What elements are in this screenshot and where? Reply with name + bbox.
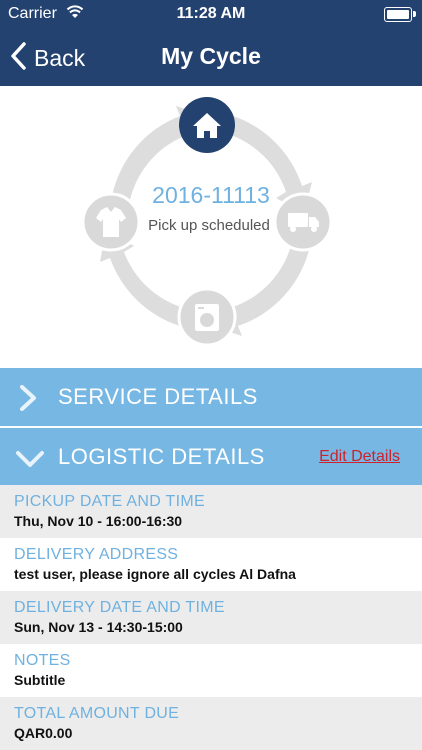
detail-label: DELIVERY ADDRESS [14,546,179,563]
detail-label: DELIVERY DATE AND TIME [14,599,225,616]
chevron-right-icon [16,385,40,416]
service-details-label: SERVICE DETAILS [58,384,258,409]
detail-label: NOTES [14,652,71,669]
detail-value: Thu, Nov 10 - 16:00-16:30 [14,513,183,529]
back-label: Back [34,44,86,71]
total-amount-row: TOTAL AMOUNT DUE QAR0.00 [0,697,422,750]
status-bar: Carrier 11:28 AM [0,0,422,30]
delivery-date-row: DELIVERY DATE AND TIME Sun, Nov 13 - 14:… [0,591,422,644]
service-details-section[interactable]: SERVICE DETAILS [0,368,422,426]
pickup-date-row: PICKUP DATE AND TIME Thu, Nov 10 - 16:00… [0,485,422,538]
house-icon [179,97,235,153]
back-button[interactable]: Back [10,40,85,76]
cycle-progress: 2016-11113 Pick up scheduled [0,86,422,366]
detail-label: TOTAL AMOUNT DUE [14,705,180,722]
detail-value: test user, please ignore all cycles Al D… [14,566,296,582]
detail-value: Sun, Nov 13 - 14:30-15:00 [14,619,183,635]
logistic-details-label: LOGISTIC DETAILS [58,444,265,469]
navigation-bar: Back My Cycle [0,30,422,86]
battery-icon [384,7,416,22]
chevron-left-icon [10,41,26,75]
chevron-down-icon [16,450,44,473]
detail-value: Subtitle [14,672,66,688]
delivery-address-row: DELIVERY ADDRESS test user, please ignor… [0,538,422,591]
logistic-details-section[interactable]: LOGISTIC DETAILS Edit Details [0,428,422,486]
detail-value: QAR0.00 [14,725,73,741]
notes-row: NOTES Subtitle [0,644,422,697]
edit-details-link[interactable]: Edit Details [319,448,400,466]
detail-label: PICKUP DATE AND TIME [14,493,205,510]
clock: 11:28 AM [176,5,246,22]
order-number: 2016-11113 [152,182,270,208]
washing-machine-icon [177,287,237,347]
logistic-details-list: PICKUP DATE AND TIME Thu, Nov 10 - 16:00… [0,485,422,750]
cycle-status: Pick up scheduled [148,217,270,234]
